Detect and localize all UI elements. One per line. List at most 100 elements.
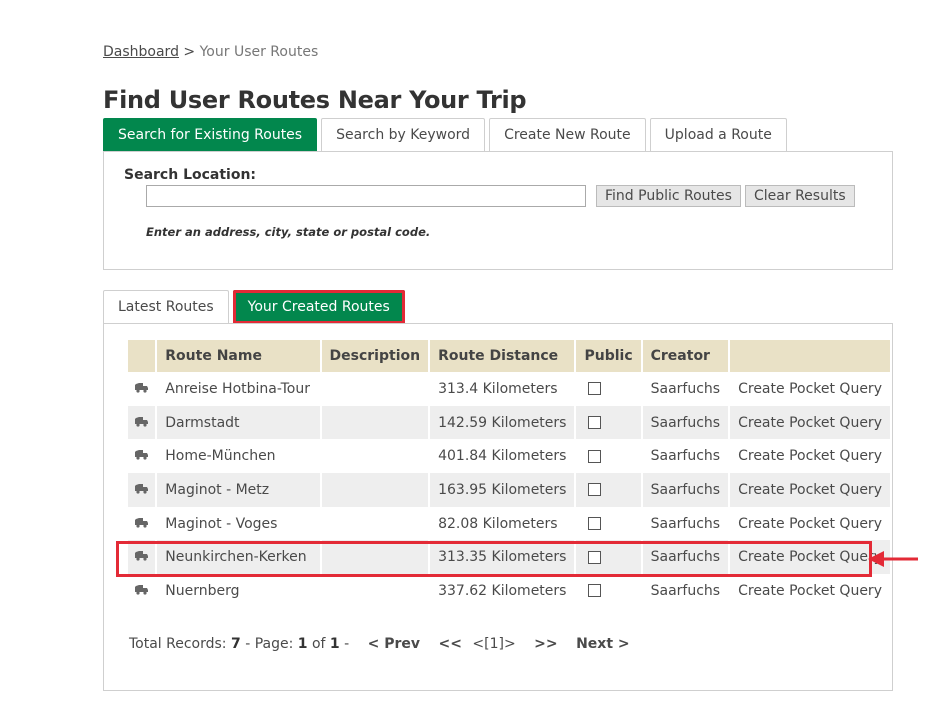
route-description-cell bbox=[321, 540, 429, 575]
search-tabs: Search for Existing Routes Search by Key… bbox=[103, 118, 791, 152]
first-page-link[interactable]: << bbox=[438, 636, 461, 652]
current-page-indicator: <[1]> bbox=[472, 636, 516, 652]
public-checkbox[interactable] bbox=[588, 382, 602, 396]
find-public-routes-button[interactable]: Find Public Routes bbox=[596, 185, 741, 207]
public-checkbox[interactable] bbox=[588, 550, 602, 564]
route-distance-cell: 313.4 Kilometers bbox=[438, 380, 558, 397]
car-icon bbox=[128, 372, 155, 406]
public-cell bbox=[576, 540, 641, 575]
table-row: Maginot - Voges 82.08 Kilometers Saarfuchs… bbox=[128, 507, 890, 541]
create-pocket-query-link[interactable]: Create Pocket Query bbox=[730, 574, 890, 608]
table-row: Maginot - Metz 163.95 Kilometers Saarfuchs… bbox=[128, 473, 890, 507]
public-cell bbox=[576, 574, 640, 608]
public-cell bbox=[576, 439, 640, 473]
route-description-cell bbox=[322, 372, 429, 406]
header-creator: Creator bbox=[642, 340, 729, 372]
table-row: Home-München 401.84 Kilometers Saarfuchs Cr… bbox=[128, 439, 890, 473]
route-name-cell[interactable]: Neunkirchen-Kerken bbox=[157, 540, 320, 575]
creator-cell[interactable]: Saarfuchs bbox=[643, 439, 728, 473]
creator-cell[interactable]: Saarfuchs bbox=[643, 507, 728, 541]
route-distance-cell: 163.95 Kilometers bbox=[430, 473, 575, 507]
public-cell bbox=[576, 473, 641, 507]
public-checkbox[interactable] bbox=[588, 584, 602, 598]
clear-results-button[interactable]: Clear Results bbox=[745, 185, 855, 207]
create-pocket-query-link[interactable]: Create Pocket Query bbox=[730, 473, 890, 507]
route-distance-cell: 142.59 Kilometers bbox=[430, 405, 575, 440]
route-distance-cell: 337.62 Kilometers bbox=[438, 582, 567, 599]
routes-panel: Route Name Description Route Distance Pu… bbox=[103, 323, 893, 691]
tab-search-existing-routes[interactable]: Search for Existing Routes bbox=[103, 118, 318, 152]
creator-cell[interactable]: Saarfuchs bbox=[642, 405, 729, 440]
header-icon bbox=[128, 340, 156, 372]
creator-cell[interactable]: Saarfuchs bbox=[642, 473, 729, 507]
table-row: Anreise Hotbina-Tour 313.4 Kilometers Saar… bbox=[128, 372, 890, 406]
car-icon bbox=[128, 405, 156, 440]
route-name-cell[interactable]: Maginot - Metz bbox=[157, 473, 320, 507]
pagination: Total Records: 7 - Page: 1 of 1 - < Prev… bbox=[129, 636, 630, 652]
header-action bbox=[730, 340, 890, 372]
search-location-input[interactable] bbox=[146, 185, 586, 207]
route-description-cell bbox=[322, 574, 429, 608]
creator-cell[interactable]: Saarfuchs bbox=[642, 540, 729, 575]
create-pocket-query-link[interactable]: Create Pocket Query bbox=[730, 405, 890, 440]
table-row: Neunkirchen-Kerken 313.35 Kilometers Saarf… bbox=[128, 540, 890, 575]
public-checkbox[interactable] bbox=[588, 517, 602, 531]
next-page-link[interactable]: Next > bbox=[576, 636, 630, 652]
search-hint: Enter an address, city, state or postal … bbox=[146, 225, 431, 239]
total-records-label: Total Records: bbox=[129, 636, 227, 652]
route-description-cell bbox=[322, 439, 429, 473]
pager-dash: - bbox=[344, 636, 350, 652]
red-arrow-icon bbox=[868, 551, 918, 567]
breadcrumb-current: Your User Routes bbox=[199, 44, 319, 60]
creator-cell[interactable]: Saarfuchs bbox=[643, 574, 728, 608]
car-icon bbox=[128, 507, 155, 541]
public-checkbox[interactable] bbox=[588, 483, 602, 497]
create-pocket-query-link[interactable]: Create Pocket Query bbox=[730, 507, 890, 541]
header-route-distance: Route Distance bbox=[430, 340, 575, 372]
route-name-cell[interactable]: Darmstadt bbox=[157, 405, 320, 440]
of-label: of bbox=[311, 636, 326, 652]
breadcrumb-dashboard-link[interactable]: Dashboard bbox=[103, 44, 179, 60]
car-icon bbox=[128, 473, 156, 507]
header-public: Public bbox=[576, 340, 641, 372]
tab-search-by-keyword[interactable]: Search by Keyword bbox=[321, 118, 486, 152]
table-header-row: Route Name Description Route Distance Pu… bbox=[128, 340, 890, 372]
route-name-cell[interactable]: Home-München bbox=[157, 439, 319, 473]
route-name-cell[interactable]: Maginot - Voges bbox=[157, 507, 319, 541]
search-panel: Search Location: Find Public Routes Clea… bbox=[103, 151, 893, 270]
breadcrumb: Dashboard > Your User Routes bbox=[103, 44, 318, 60]
public-checkbox[interactable] bbox=[588, 416, 602, 430]
public-checkbox[interactable] bbox=[588, 449, 602, 463]
route-name-cell[interactable]: Nuernberg bbox=[157, 574, 319, 608]
table-row: Nuernberg 337.62 Kilometers Saarfuchs Creat… bbox=[128, 574, 890, 608]
table-row: Darmstadt 142.59 Kilometers Saarfuchs Creat… bbox=[128, 405, 890, 440]
tab-your-created-routes[interactable]: Your Created Routes bbox=[232, 290, 405, 324]
page-title: Find User Routes Near Your Trip bbox=[103, 86, 527, 114]
creator-cell[interactable]: Saarfuchs bbox=[643, 372, 728, 406]
route-distance-cell: 82.08 Kilometers bbox=[438, 515, 558, 532]
route-distance-cell: 313.35 Kilometers bbox=[430, 540, 575, 575]
car-icon bbox=[128, 540, 156, 575]
create-pocket-query-link[interactable]: Create Pocket Query bbox=[730, 372, 890, 406]
tab-latest-routes[interactable]: Latest Routes bbox=[103, 290, 229, 324]
car-icon bbox=[128, 574, 155, 608]
route-distance-cell: 401.84 Kilometers bbox=[438, 448, 567, 465]
routes-table: Route Name Description Route Distance Pu… bbox=[126, 340, 892, 608]
public-cell bbox=[576, 372, 640, 406]
page-label: - Page: bbox=[245, 636, 294, 652]
public-cell bbox=[576, 405, 641, 440]
create-pocket-query-link[interactable]: Create Pocket Query bbox=[730, 439, 890, 473]
header-route-name: Route Name bbox=[157, 340, 320, 372]
tab-create-new-route[interactable]: Create New Route bbox=[489, 118, 646, 152]
route-description-cell bbox=[321, 405, 429, 440]
total-records-count: 7 bbox=[230, 636, 241, 652]
car-icon bbox=[128, 439, 155, 473]
route-tabs: Latest Routes Your Created Routes bbox=[103, 290, 409, 324]
route-name-cell[interactable]: Anreise Hotbina-Tour bbox=[157, 372, 319, 406]
last-page-link[interactable]: >> bbox=[534, 636, 557, 652]
prev-page-link[interactable]: < Prev bbox=[368, 636, 420, 652]
header-description: Description bbox=[321, 340, 429, 372]
search-location-label: Search Location: bbox=[124, 167, 257, 183]
tab-upload-route[interactable]: Upload a Route bbox=[649, 118, 787, 152]
route-description-cell bbox=[321, 473, 429, 507]
